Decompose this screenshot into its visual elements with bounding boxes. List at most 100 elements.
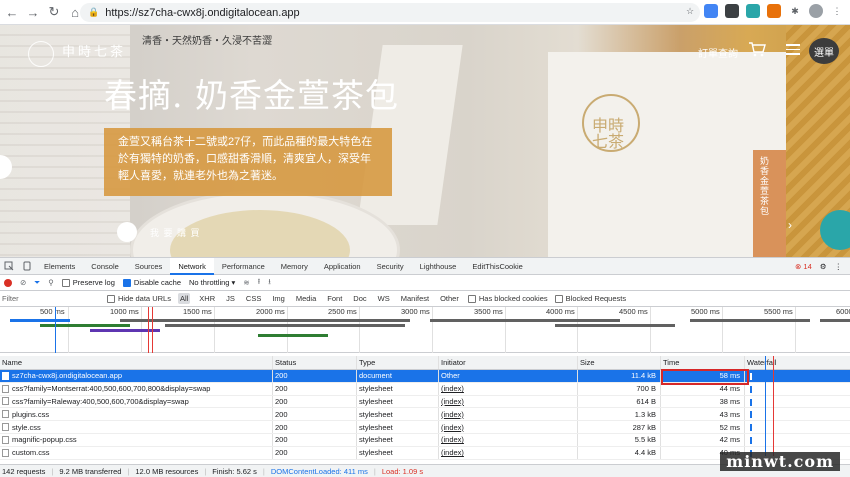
puzzle-icon[interactable]: ✱: [788, 4, 802, 18]
document-icon: [2, 371, 9, 380]
address-bar[interactable]: 🔒 https://sz7cha-cwx8j.ondigitalocean.ap…: [80, 3, 700, 22]
url-text: https://sz7cha-cwx8j.ondigitalocean.app: [105, 6, 300, 19]
filter-type-media[interactable]: Media: [294, 293, 318, 304]
column-waterfall[interactable]: Waterfall: [745, 356, 850, 369]
timeline-tick: 1500 ms: [183, 307, 212, 316]
tab-security[interactable]: Security: [369, 258, 412, 275]
initiator-link[interactable]: (index): [441, 384, 464, 393]
table-row[interactable]: plugins.css 200 stylesheet (index) 1.3 k…: [0, 408, 850, 422]
throttling-select[interactable]: No throttling ▾: [189, 278, 235, 287]
extensions-bar: ☆ ✱ ⋮: [683, 4, 844, 18]
filter-type-all[interactable]: All: [177, 293, 191, 304]
menu-button[interactable]: 選單: [809, 38, 839, 64]
has-blocked-cookies-checkbox[interactable]: Has blocked cookies: [467, 294, 548, 303]
tab-lighthouse[interactable]: Lighthouse: [412, 258, 465, 275]
filter-type-manifest[interactable]: Manifest: [399, 293, 431, 304]
file-icon: [2, 397, 9, 406]
timeline-tick: 1000 ms: [110, 307, 139, 316]
timeline-tick: 6000: [836, 307, 850, 316]
tab-memory[interactable]: Memory: [273, 258, 316, 275]
filter-type-css[interactable]: CSS: [244, 293, 263, 304]
table-row[interactable]: magnific-popup.css 200 stylesheet (index…: [0, 433, 850, 447]
network-overview-timeline[interactable]: 500 ms 1000 ms 1500 ms 2000 ms 2500 ms 3…: [0, 307, 850, 353]
waterfall-bar: [750, 424, 752, 432]
extension-icon[interactable]: [767, 4, 781, 18]
tab-elements[interactable]: Elements: [36, 258, 83, 275]
tab-sources[interactable]: Sources: [127, 258, 171, 275]
filter-type-img[interactable]: Img: [270, 293, 287, 304]
hamburger-icon[interactable]: [786, 44, 800, 58]
extension-icon[interactable]: [725, 4, 739, 18]
tab-console[interactable]: Console: [83, 258, 127, 275]
initiator-link[interactable]: (index): [441, 423, 464, 432]
filter-type-other[interactable]: Other: [438, 293, 461, 304]
filter-bar: Filter Hide data URLs All XHR JS CSS Img…: [0, 291, 850, 307]
forward-icon[interactable]: →: [24, 3, 42, 21]
more-options-icon[interactable]: ⋮: [835, 262, 843, 271]
timeline-tick: 2000 ms: [256, 307, 285, 316]
initiator-link[interactable]: (index): [441, 435, 464, 444]
device-toolbar-icon[interactable]: [22, 261, 32, 271]
inspect-icon[interactable]: [4, 261, 14, 271]
column-name[interactable]: Name: [0, 356, 273, 369]
record-icon[interactable]: [4, 278, 12, 287]
settings-gear-icon[interactable]: ⚙: [820, 262, 827, 271]
hide-data-urls-checkbox[interactable]: Hide data URLs: [107, 294, 171, 303]
site-brand[interactable]: 申時七茶: [62, 41, 126, 60]
timeline-tick: 4000 ms: [546, 307, 575, 316]
tab-network[interactable]: Network: [170, 257, 214, 275]
initiator-link[interactable]: (index): [441, 448, 464, 457]
tab-editthiscookie[interactable]: EditThisCookie: [464, 258, 530, 275]
extension-icon[interactable]: [704, 4, 718, 18]
wifi-icon[interactable]: ≋: [243, 278, 249, 287]
site-logo[interactable]: [28, 41, 54, 67]
export-har-icon[interactable]: ⭳: [268, 276, 271, 289]
file-icon: [2, 448, 9, 457]
initiator-link[interactable]: (index): [441, 397, 464, 406]
filter-input[interactable]: Filter: [0, 294, 100, 303]
error-badge[interactable]: ⊗ 14: [795, 262, 812, 271]
filter-type-ws[interactable]: WS: [376, 293, 392, 304]
clear-icon[interactable]: ⊘: [20, 278, 26, 287]
timeline-tick: 3500 ms: [474, 307, 503, 316]
more-icon[interactable]: ⋮: [830, 4, 844, 18]
buy-button[interactable]: 我 要 購 買: [150, 226, 201, 239]
back-icon[interactable]: ←: [3, 3, 21, 21]
tab-performance[interactable]: Performance: [214, 258, 273, 275]
order-lookup-link[interactable]: 訂單查詢: [698, 45, 738, 60]
filter-funnel-icon[interactable]: ⏷: [34, 278, 40, 288]
column-type[interactable]: Type: [357, 356, 439, 369]
cart-icon[interactable]: [748, 41, 766, 57]
table-row[interactable]: css?family=Raleway:400,500,600,700&displ…: [0, 395, 850, 409]
star-icon[interactable]: ☆: [683, 4, 697, 18]
import-har-icon[interactable]: ⭱: [258, 276, 261, 289]
filter-type-font[interactable]: Font: [325, 293, 344, 304]
extension-icon[interactable]: [746, 4, 760, 18]
transferred-size: 9.2 MB transferred: [59, 467, 122, 476]
avatar[interactable]: [809, 4, 823, 18]
waterfall-bar: [750, 385, 752, 393]
load-line: [773, 356, 774, 456]
blocked-requests-checkbox[interactable]: Blocked Requests: [554, 294, 626, 303]
buy-button-icon[interactable]: [117, 222, 137, 242]
filter-type-doc[interactable]: Doc: [351, 293, 368, 304]
disable-cache-checkbox[interactable]: Disable cache: [122, 278, 181, 287]
filter-type-xhr[interactable]: XHR: [197, 293, 217, 304]
search-icon[interactable]: ⚲: [48, 278, 54, 287]
tab-application[interactable]: Application: [316, 258, 369, 275]
column-size[interactable]: Size: [578, 356, 661, 369]
column-initiator[interactable]: Initiator: [439, 356, 578, 369]
devtools-tabs: Elements Console Sources Network Perform…: [0, 257, 850, 275]
column-time[interactable]: Time: [661, 356, 745, 369]
table-row[interactable]: style.css 200 stylesheet (index) 287 kB …: [0, 421, 850, 434]
carousel-next-icon[interactable]: ›: [788, 218, 792, 232]
resources-size: 12.0 MB resources: [135, 467, 199, 476]
filter-type-js[interactable]: JS: [224, 293, 237, 304]
initiator-link[interactable]: (index): [441, 410, 464, 419]
reload-icon[interactable]: ↻: [45, 3, 63, 21]
column-status[interactable]: Status: [273, 356, 357, 369]
network-toolbar: ⊘ ⏷ ⚲ Preserve log Disable cache No thro…: [0, 275, 850, 291]
box-stamp: 申時七茶: [582, 94, 640, 152]
preserve-log-checkbox[interactable]: Preserve log: [61, 278, 115, 287]
lock-icon: 🔒: [88, 7, 100, 17]
